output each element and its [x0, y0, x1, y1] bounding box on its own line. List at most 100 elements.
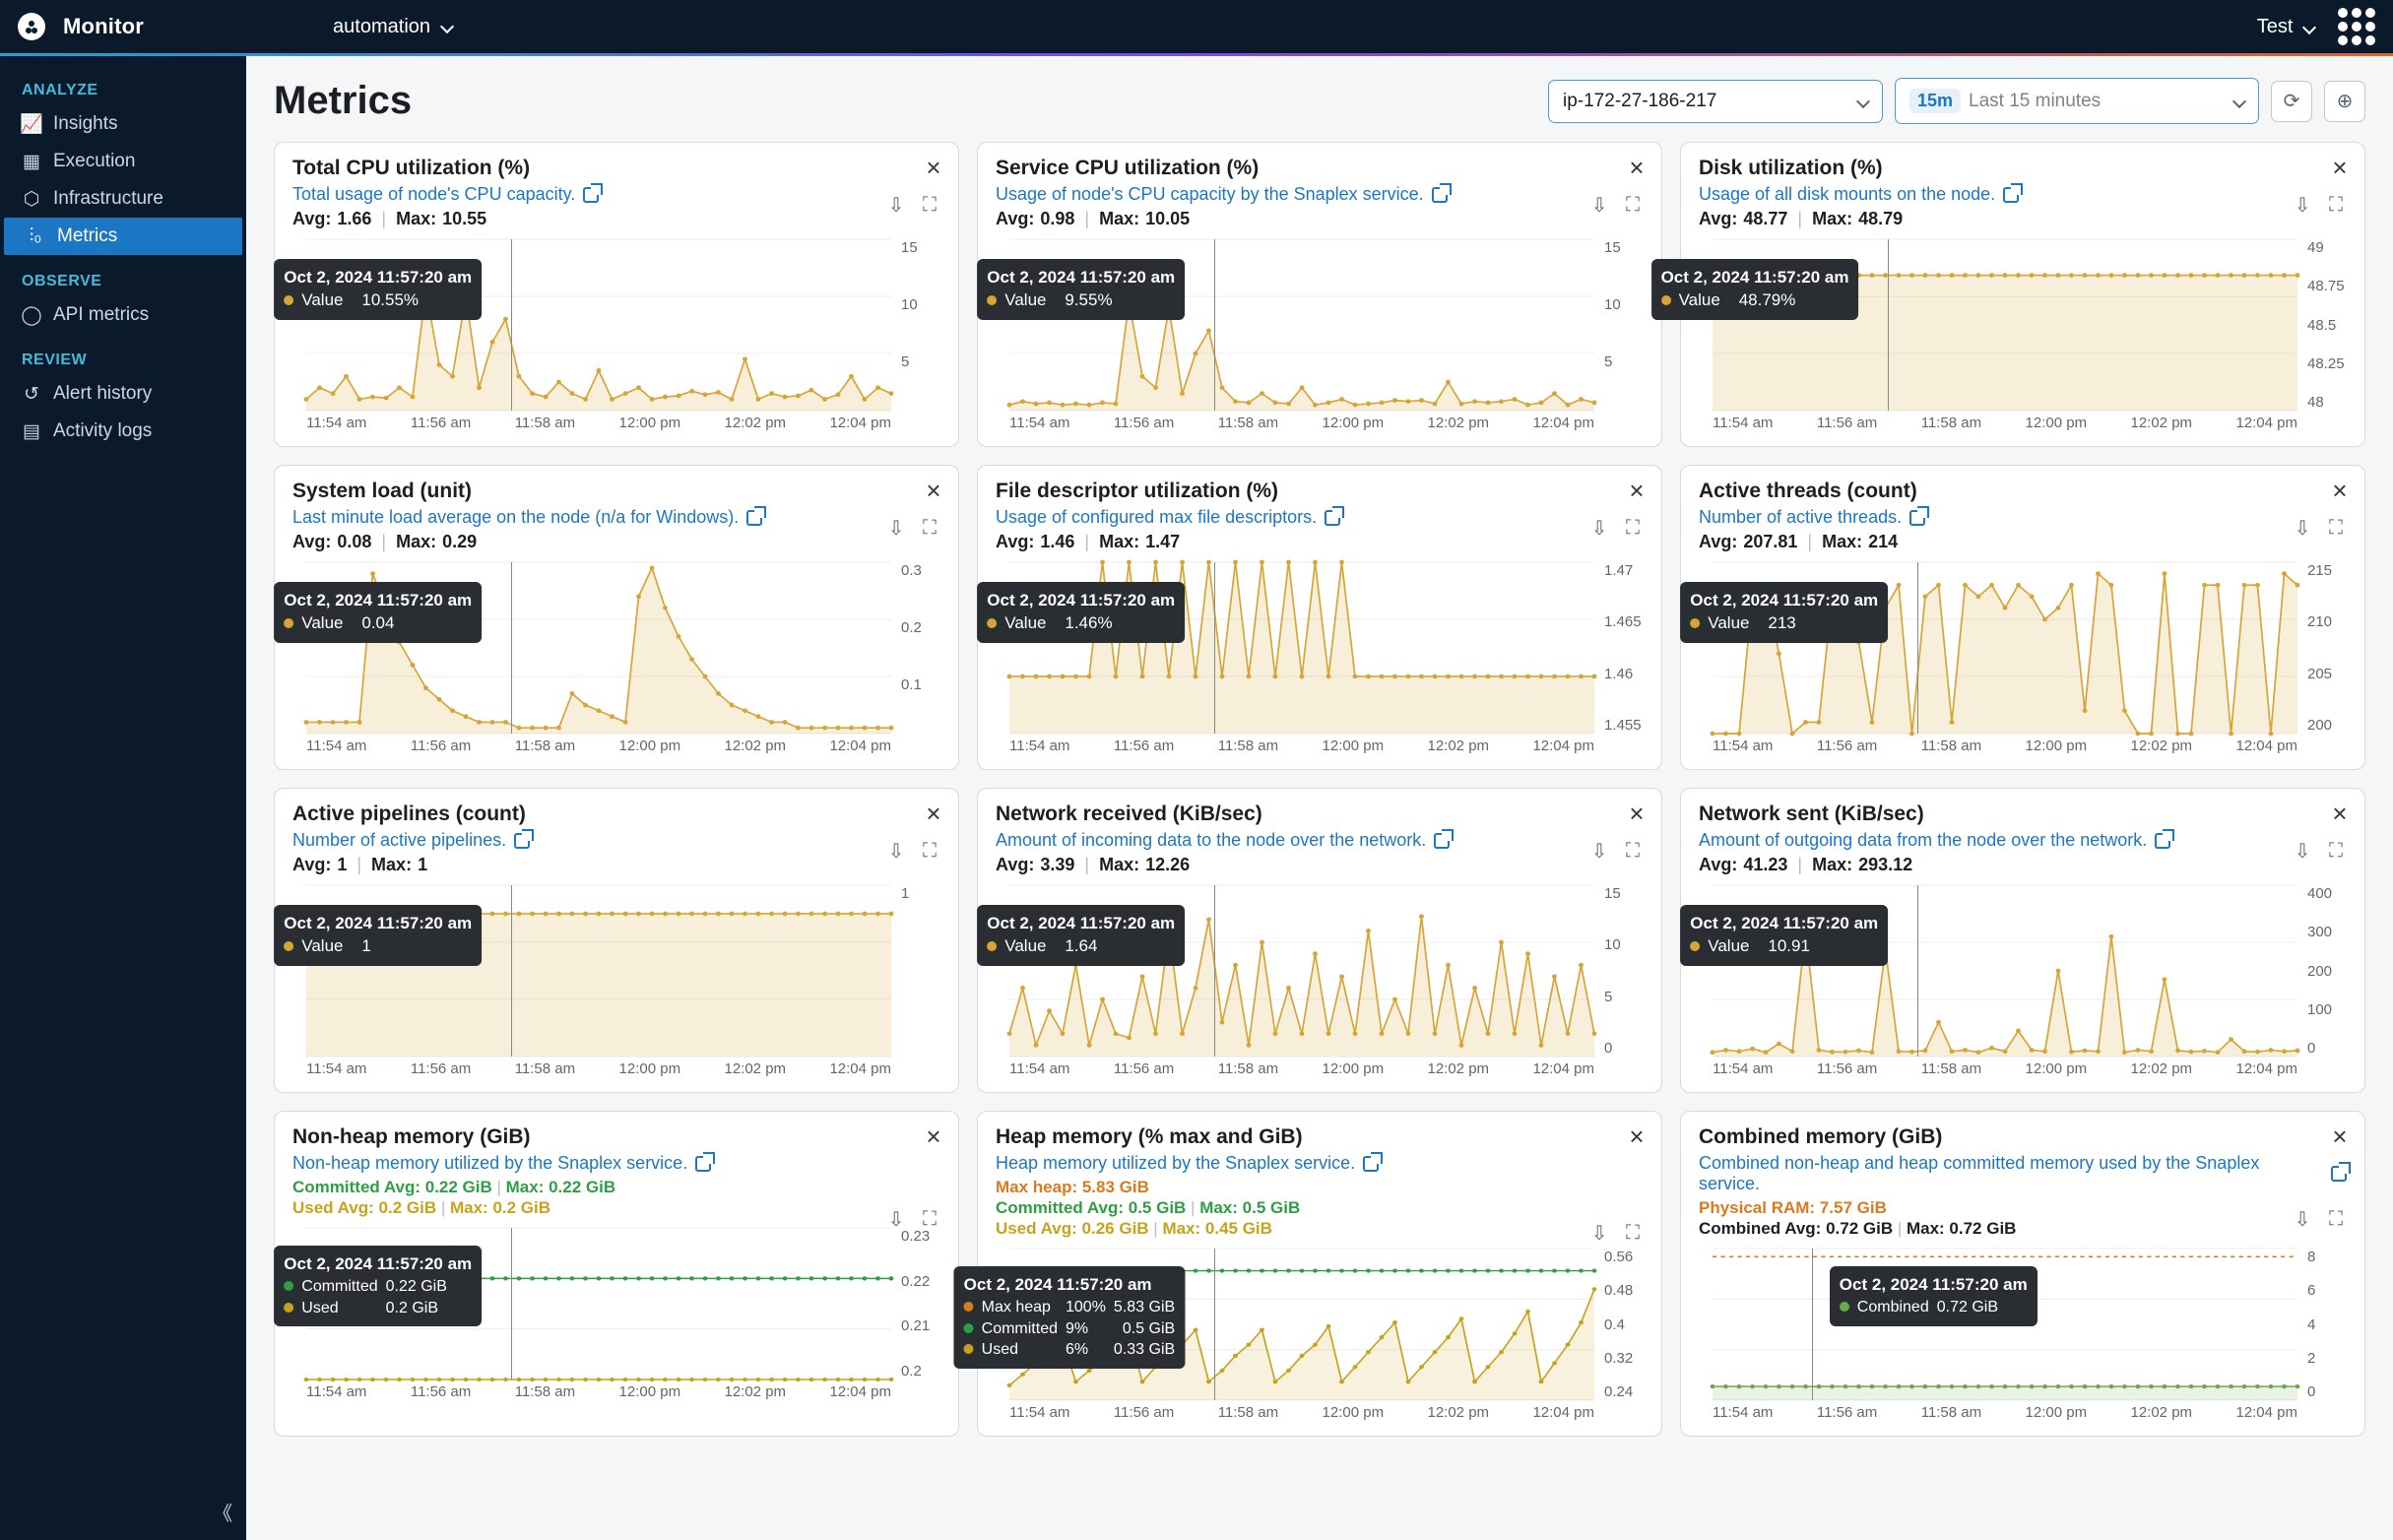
chart[interactable]: Oct 2, 2024 11:57:20 am Value 10.91 4003… [1699, 885, 2347, 1082]
metric-card-sysload: × System load (unit) Last minute load av… [274, 465, 959, 770]
external-link-icon [514, 833, 530, 849]
card-description[interactable]: Last minute load average on the node (n/… [292, 507, 940, 528]
section-observe: OBSERVE [0, 267, 246, 296]
download-icon[interactable]: ⇩ [1588, 1222, 1610, 1244]
x-axis: 11:54 am11:56 am11:58 am12:00 pm12:02 pm… [306, 1060, 891, 1082]
card-description[interactable]: Amount of outgoing data from the node ov… [1699, 830, 2347, 851]
y-axis: 0.560.480.40.320.24 [1598, 1249, 1644, 1400]
expand-icon[interactable]: ⛶ [1622, 194, 1644, 216]
add-metric-button[interactable]: ⊕ [2324, 81, 2365, 122]
sidebar-item-execution[interactable]: ▦ Execution [0, 143, 246, 180]
sidebar-item-activity-logs[interactable]: ▤ Activity logs [0, 413, 246, 450]
card-actions: ⇩ ⛶ [885, 517, 940, 539]
crosshair [1214, 562, 1215, 734]
sidebar-item-insights[interactable]: 📈 Insights [0, 105, 246, 143]
expand-icon[interactable]: ⛶ [2325, 1208, 2347, 1230]
sidebar-item-alert-history[interactable]: ↺ Alert history [0, 375, 246, 413]
close-card-button[interactable]: × [921, 1123, 946, 1149]
chart[interactable]: Oct 2, 2024 11:57:20 am Value 213 215210… [1699, 562, 2347, 759]
workspace-switcher[interactable]: automation [333, 16, 452, 38]
close-card-button[interactable]: × [1624, 801, 1649, 826]
chart-tooltip: Oct 2, 2024 11:57:20 amCombined0.72 GiB [1830, 1266, 2037, 1326]
card-actions: ⇩ ⛶ [2292, 840, 2347, 862]
x-axis: 11:54 am11:56 am11:58 am12:00 pm12:02 pm… [1009, 1404, 1594, 1426]
download-icon[interactable]: ⇩ [2292, 1208, 2313, 1230]
download-icon[interactable]: ⇩ [885, 517, 907, 539]
metric-card-cpu_total: × Total CPU utilization (%) Total usage … [274, 142, 959, 447]
chart[interactable]: Oct 2, 2024 11:57:20 amCombined0.72 GiB … [1699, 1249, 2347, 1426]
expand-icon[interactable]: ⛶ [919, 517, 940, 539]
card-description[interactable]: Number of active pipelines. [292, 830, 940, 851]
refresh-button[interactable]: ⟳ [2271, 81, 2312, 122]
close-card-button[interactable]: × [2327, 801, 2353, 826]
close-card-button[interactable]: × [2327, 1123, 2353, 1149]
card-description[interactable]: Usage of all disk mounts on the node. [1699, 184, 2347, 205]
chart-stats: Avg: 0.08| Max: 0.29 [292, 532, 940, 552]
chart[interactable]: Oct 2, 2024 11:57:20 am Value 10.55% 151… [292, 239, 940, 436]
card-description[interactable]: Amount of incoming data to the node over… [996, 830, 1644, 851]
download-icon[interactable]: ⇩ [885, 1208, 907, 1230]
expand-icon[interactable]: ⛶ [1622, 1222, 1644, 1244]
expand-icon[interactable]: ⛶ [1622, 840, 1644, 862]
sidebar-item-api-metrics[interactable]: ◯ API metrics [0, 296, 246, 334]
expand-icon[interactable]: ⛶ [2325, 194, 2347, 216]
download-icon[interactable]: ⇩ [1588, 840, 1610, 862]
download-icon[interactable]: ⇩ [1588, 194, 1610, 216]
user-menu[interactable]: Test [2257, 16, 2314, 38]
download-icon[interactable]: ⇩ [885, 194, 907, 216]
card-title: Service CPU utilization (%) [996, 157, 1644, 180]
chart[interactable]: Oct 2, 2024 11:57:20 am Value 48.79% 494… [1699, 239, 2347, 436]
card-description[interactable]: Non-heap memory utilized by the Snaplex … [292, 1153, 940, 1174]
expand-icon[interactable]: ⛶ [1622, 517, 1644, 539]
chart[interactable]: Oct 2, 2024 11:57:20 am Value 1 1 11:54 … [292, 885, 940, 1082]
card-description[interactable]: Heap memory utilized by the Snaplex serv… [996, 1153, 1644, 1174]
section-review: REVIEW [0, 346, 246, 375]
y-axis: 1.471.4651.461.455 [1598, 562, 1644, 734]
sidebar-item-infrastructure[interactable]: ⬡ Infrastructure [0, 180, 246, 218]
logs-icon: ▤ [22, 421, 41, 441]
expand-icon[interactable]: ⛶ [2325, 840, 2347, 862]
card-description[interactable]: Total usage of node's CPU capacity. [292, 184, 940, 205]
external-link-icon [695, 1156, 711, 1172]
x-axis: 11:54 am11:56 am11:58 am12:00 pm12:02 pm… [1713, 738, 2297, 759]
card-description[interactable]: Usage of node's CPU capacity by the Snap… [996, 184, 1644, 205]
expand-icon[interactable]: ⛶ [2325, 517, 2347, 539]
apps-grid-icon[interactable] [2338, 8, 2375, 45]
chart[interactable]: Oct 2, 2024 11:57:20 am Value 9.55% 1510… [996, 239, 1644, 436]
card-description[interactable]: Combined non-heap and heap committed mem… [1699, 1153, 2347, 1194]
history-icon: ↺ [22, 384, 41, 404]
download-icon[interactable]: ⇩ [885, 840, 907, 862]
chart[interactable]: Oct 2, 2024 11:57:20 am Value 1.64 15105… [996, 885, 1644, 1082]
close-card-button[interactable]: × [2327, 478, 2353, 503]
y-axis: 215210205200 [2301, 562, 2347, 734]
download-icon[interactable]: ⇩ [2292, 194, 2313, 216]
close-card-button[interactable]: × [2327, 155, 2353, 180]
sidebar-item-label: Alert history [53, 383, 152, 405]
close-card-button[interactable]: × [1624, 155, 1649, 180]
download-icon[interactable]: ⇩ [2292, 517, 2313, 539]
download-icon[interactable]: ⇩ [2292, 840, 2313, 862]
close-card-button[interactable]: × [1624, 478, 1649, 503]
node-selector-value: ip-172-27-186-217 [1563, 91, 1716, 112]
metric-card-fdutil: × File descriptor utilization (%) Usage … [977, 465, 1662, 770]
download-icon[interactable]: ⇩ [1588, 517, 1610, 539]
expand-icon[interactable]: ⛶ [919, 194, 940, 216]
close-card-button[interactable]: × [921, 801, 946, 826]
close-card-button[interactable]: × [1624, 1123, 1649, 1149]
close-card-button[interactable]: × [921, 155, 946, 180]
metric-card-net_tx: × Network sent (KiB/sec) Amount of outgo… [1680, 788, 2365, 1093]
close-card-button[interactable]: × [921, 478, 946, 503]
chart[interactable]: Oct 2, 2024 11:57:20 amMax heap100%5.83 … [996, 1249, 1644, 1426]
card-description[interactable]: Number of active threads. [1699, 507, 2347, 528]
chart[interactable]: Oct 2, 2024 11:57:20 am Value 0.04 0.30.… [292, 562, 940, 759]
expand-icon[interactable]: ⛶ [919, 840, 940, 862]
chart[interactable]: Oct 2, 2024 11:57:20 am Value 1.46% 1.47… [996, 562, 1644, 759]
node-selector[interactable]: ip-172-27-186-217 [1548, 80, 1883, 123]
card-description[interactable]: Usage of configured max file descriptors… [996, 507, 1644, 528]
sidebar-item-metrics[interactable]: ⫶₀ Metrics [4, 218, 242, 255]
time-range-selector[interactable]: 15m Last 15 minutes [1895, 78, 2259, 124]
chart[interactable]: Oct 2, 2024 11:57:20 amCommitted0.22 GiB… [292, 1228, 940, 1405]
chart-stats: Avg: 1| Max: 1 [292, 855, 940, 875]
expand-icon[interactable]: ⛶ [919, 1208, 940, 1230]
collapse-sidebar-button[interactable]: 《 [213, 1498, 232, 1526]
